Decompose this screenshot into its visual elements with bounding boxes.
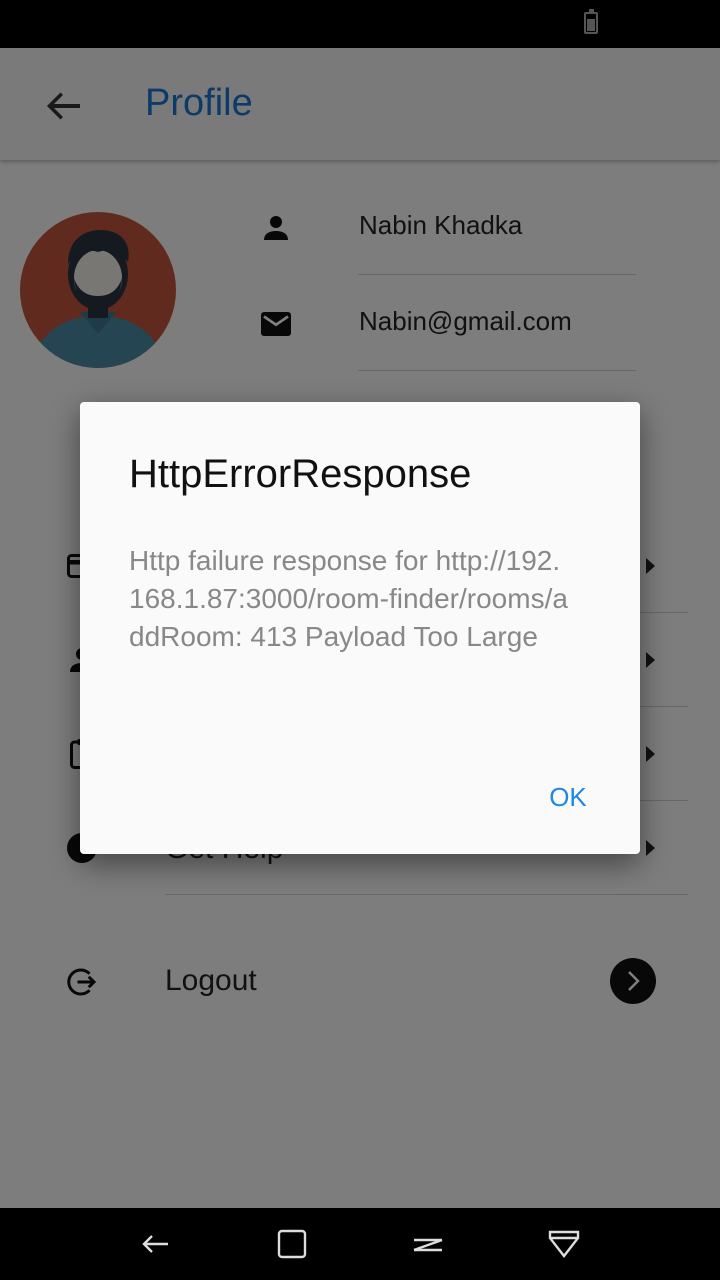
nav-back-icon[interactable]	[138, 1226, 174, 1262]
dialog-message: Http failure response for http://192.168…	[129, 545, 568, 652]
nav-recents-icon[interactable]	[410, 1226, 446, 1262]
nav-hide-keyboard-icon[interactable]	[546, 1226, 582, 1262]
dialog-title: HttpErrorResponse	[129, 452, 472, 496]
battery-icon	[584, 9, 598, 34]
error-dialog: HttpErrorResponse Http failure response …	[80, 402, 640, 854]
navigation-bar	[0, 1208, 720, 1280]
ok-button[interactable]: OK	[530, 772, 606, 822]
status-bar	[0, 0, 720, 48]
nav-home-icon[interactable]	[274, 1226, 310, 1262]
